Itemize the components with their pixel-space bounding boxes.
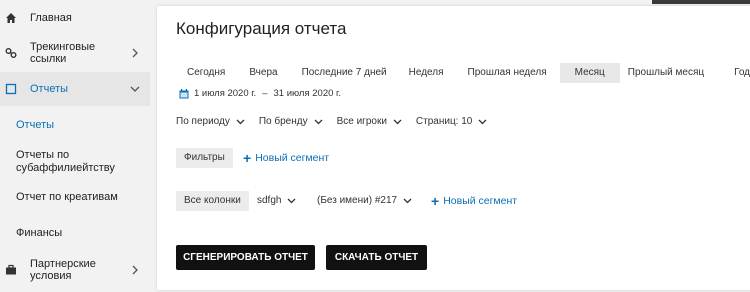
sidebar-item-label: Главная bbox=[30, 12, 72, 24]
home-icon bbox=[5, 12, 17, 24]
chevron-down-icon bbox=[393, 119, 402, 124]
new-segment-link[interactable]: + Новый сегмент bbox=[243, 150, 330, 166]
chevron-down-icon bbox=[314, 119, 323, 124]
column-set-dropdown[interactable]: sdfgh bbox=[257, 195, 296, 206]
report-icon bbox=[5, 83, 17, 95]
sidebar-item-reports[interactable]: Отчеты bbox=[0, 72, 150, 106]
link-label: Новый сегмент bbox=[255, 152, 330, 164]
new-segment-link-columns[interactable]: + Новый сегмент bbox=[431, 193, 518, 209]
window-corner-bar bbox=[652, 0, 750, 4]
dropdown-label: По бренду bbox=[258, 116, 308, 127]
page-title: Конфигурация отчета bbox=[176, 19, 347, 38]
chevron-down-icon bbox=[478, 119, 487, 124]
link-label: Новый сегмент bbox=[443, 195, 518, 207]
brand-dropdown[interactable]: По бренду bbox=[259, 116, 323, 127]
period-last-week[interactable]: Прошлая неделя bbox=[455, 63, 560, 83]
chevron-down-icon bbox=[288, 198, 296, 203]
link-icon bbox=[5, 47, 17, 59]
chevron-down-icon bbox=[236, 119, 245, 124]
period-month[interactable]: Месяц bbox=[559, 63, 620, 83]
dropdown-label: По периоду bbox=[176, 116, 230, 127]
period-last-month[interactable]: Прошлый месяц bbox=[620, 63, 712, 83]
dropdown-label: (Без имени) #217 bbox=[317, 195, 398, 206]
filters-chip[interactable]: Фильтры bbox=[176, 148, 233, 168]
briefcase-icon bbox=[5, 264, 17, 276]
sidebar-subitem-finance[interactable]: Финансы bbox=[16, 227, 62, 240]
sidebar-item-label: Отчеты bbox=[30, 83, 69, 95]
period-last-7-days[interactable]: Последние 7 дней bbox=[291, 63, 398, 83]
sidebar: Главная Трекинговые ссылки Отчеты Отчеты… bbox=[0, 0, 150, 292]
unnamed-column-set-dropdown[interactable]: (Без имени) #217 bbox=[317, 195, 412, 206]
chevron-down-icon bbox=[403, 198, 412, 203]
page-size-dropdown[interactable]: Страниц: 10 bbox=[416, 116, 487, 127]
sidebar-subitem-reports[interactable]: Отчеты bbox=[16, 119, 54, 132]
date-to: 31 июля 2020 г. bbox=[273, 88, 341, 99]
sidebar-item-tracking-links[interactable]: Трекинговые ссылки bbox=[0, 40, 150, 66]
date-range-picker[interactable]: 1 июля 2020 г. – 31 июля 2020 г. bbox=[179, 88, 341, 99]
chevron-right-icon bbox=[132, 265, 138, 275]
date-separator: – bbox=[262, 88, 268, 99]
sidebar-subitem-subaffiliate[interactable]: Отчеты по субаффилиейтству bbox=[16, 149, 115, 175]
filter-bar: По периоду По бренду Все игроки Страниц:… bbox=[176, 116, 501, 127]
dropdown-label: Все игроки bbox=[336, 116, 387, 127]
sidebar-item-home[interactable]: Главная bbox=[0, 10, 150, 26]
chevron-down-icon bbox=[130, 86, 140, 92]
report-config-panel: Конфигурация отчета Сегодня Вчера Послед… bbox=[157, 6, 750, 290]
dropdown-label: sdfgh bbox=[257, 195, 282, 206]
download-report-button[interactable]: СКАЧАТЬ ОТЧЕТ bbox=[326, 245, 427, 270]
sidebar-item-label: Партнерские условия bbox=[30, 258, 96, 282]
dropdown-label: Страниц: 10 bbox=[415, 116, 473, 127]
group-by-period-dropdown[interactable]: По периоду bbox=[176, 116, 245, 127]
sidebar-item-partner-terms[interactable]: Партнерские условия bbox=[0, 257, 150, 283]
date-from: 1 июля 2020 г. bbox=[194, 88, 257, 99]
generate-report-button[interactable]: СГЕНЕРИРОВАТЬ ОТЧЕТ bbox=[176, 245, 315, 270]
plus-icon: + bbox=[243, 150, 252, 166]
sidebar-item-label: Трекинговые ссылки bbox=[30, 41, 96, 65]
period-tabs: Сегодня Вчера Последние 7 дней Неделя Пр… bbox=[176, 63, 750, 83]
chevron-right-icon bbox=[132, 48, 138, 58]
all-columns-chip[interactable]: Все колонки bbox=[176, 191, 249, 211]
period-yesterday[interactable]: Вчера bbox=[236, 63, 290, 83]
period-today[interactable]: Сегодня bbox=[176, 63, 236, 83]
sidebar-subitem-creatives[interactable]: Отчет по креативам bbox=[16, 191, 118, 204]
players-dropdown[interactable]: Все игроки bbox=[337, 116, 402, 127]
period-year[interactable]: Год bbox=[712, 63, 750, 83]
period-week[interactable]: Неделя bbox=[398, 63, 455, 83]
calendar-icon bbox=[179, 88, 189, 98]
plus-icon: + bbox=[431, 193, 440, 209]
